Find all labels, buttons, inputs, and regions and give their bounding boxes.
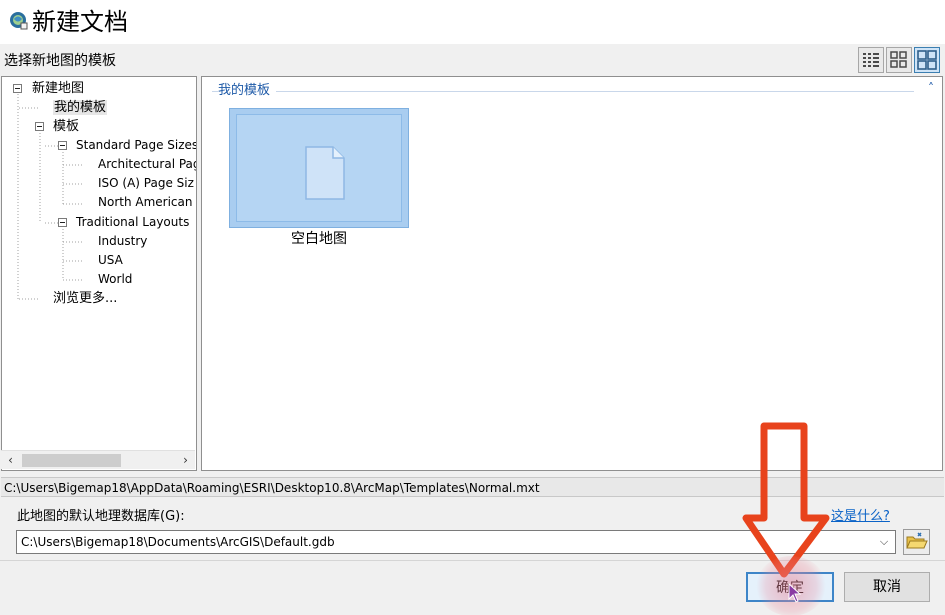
tree-item-browse-more[interactable]: 浏览更多... bbox=[53, 289, 117, 308]
tree-item-my-templates[interactable]: 我的模板 bbox=[53, 98, 108, 117]
collapse-toggle-traditional-layouts[interactable] bbox=[58, 218, 67, 227]
scrollbar-thumb[interactable] bbox=[22, 454, 121, 467]
tree-item-iso-a[interactable]: ISO (A) Page Siz bbox=[98, 174, 194, 193]
cancel-button[interactable]: 取消 bbox=[844, 572, 930, 602]
template-tile-label: 空白地图 bbox=[291, 231, 347, 247]
template-gallery: 我的模板 ˄ 空白地图 bbox=[201, 76, 943, 471]
scroll-right-icon[interactable]: › bbox=[177, 452, 194, 469]
large-icons-view-button[interactable] bbox=[914, 47, 940, 73]
section-bar: 选择新地图的模板 bbox=[0, 45, 945, 75]
large-icons-view-icon bbox=[917, 50, 937, 70]
tree-item-new-map[interactable]: 新建地图 bbox=[32, 79, 84, 98]
blank-document-icon bbox=[305, 146, 345, 200]
title-bar: 新建文档 bbox=[0, 0, 945, 44]
template-tile-blank-map[interactable] bbox=[229, 108, 409, 228]
collapse-toggle-templates[interactable] bbox=[35, 122, 44, 131]
tree-item-north-american[interactable]: North American ( bbox=[98, 193, 196, 212]
template-tree[interactable]: 新建地图 我的模板 模板 Standard Page Sizes Archite… bbox=[1, 76, 197, 471]
tree-item-traditional-layouts[interactable]: Traditional Layouts bbox=[76, 213, 189, 232]
chevron-down-icon[interactable]: ⌵ bbox=[875, 533, 893, 551]
browse-gdb-button[interactable] bbox=[903, 529, 930, 555]
template-tile-frame bbox=[236, 114, 402, 222]
tree-horizontal-scrollbar[interactable]: ‹ › bbox=[1, 450, 195, 469]
tree-item-usa[interactable]: USA bbox=[98, 251, 123, 270]
details-view-button[interactable] bbox=[858, 47, 884, 73]
tree-item-templates[interactable]: 模板 bbox=[53, 117, 79, 136]
group-header: 我的模板 bbox=[218, 83, 277, 99]
collapse-toggle-new-map[interactable] bbox=[13, 84, 22, 93]
tree-item-world[interactable]: World bbox=[98, 270, 132, 289]
open-folder-icon bbox=[906, 532, 928, 549]
medium-icons-view-button[interactable] bbox=[886, 47, 912, 73]
arcmap-globe-icon bbox=[10, 12, 28, 30]
window-title: 新建文档 bbox=[32, 8, 128, 36]
template-path: C:\Users\Bigemap18\AppData\Roaming\ESRI\… bbox=[4, 481, 540, 495]
tree-item-standard-page-sizes[interactable]: Standard Page Sizes bbox=[76, 136, 196, 155]
medium-icons-view-icon bbox=[890, 51, 907, 68]
details-view-icon bbox=[863, 53, 879, 67]
mouse-cursor-icon bbox=[788, 583, 802, 603]
collapse-toggle-standard-page-sizes[interactable] bbox=[58, 141, 67, 150]
default-gdb-value: C:\Users\Bigemap18\Documents\ArcGIS\Defa… bbox=[21, 535, 335, 549]
tree-item-architectural[interactable]: Architectural Pag bbox=[98, 155, 196, 174]
tree-item-industry[interactable]: Industry bbox=[98, 232, 147, 251]
chevron-up-icon[interactable]: ˄ bbox=[928, 81, 934, 95]
default-gdb-label: 此地图的默认地理数据库(G): bbox=[17, 509, 185, 524]
whats-this-link[interactable]: 这是什么? bbox=[831, 508, 890, 525]
section-label: 选择新地图的模板 bbox=[4, 53, 116, 69]
group-divider bbox=[212, 91, 914, 92]
scroll-left-icon[interactable]: ‹ bbox=[2, 452, 19, 469]
